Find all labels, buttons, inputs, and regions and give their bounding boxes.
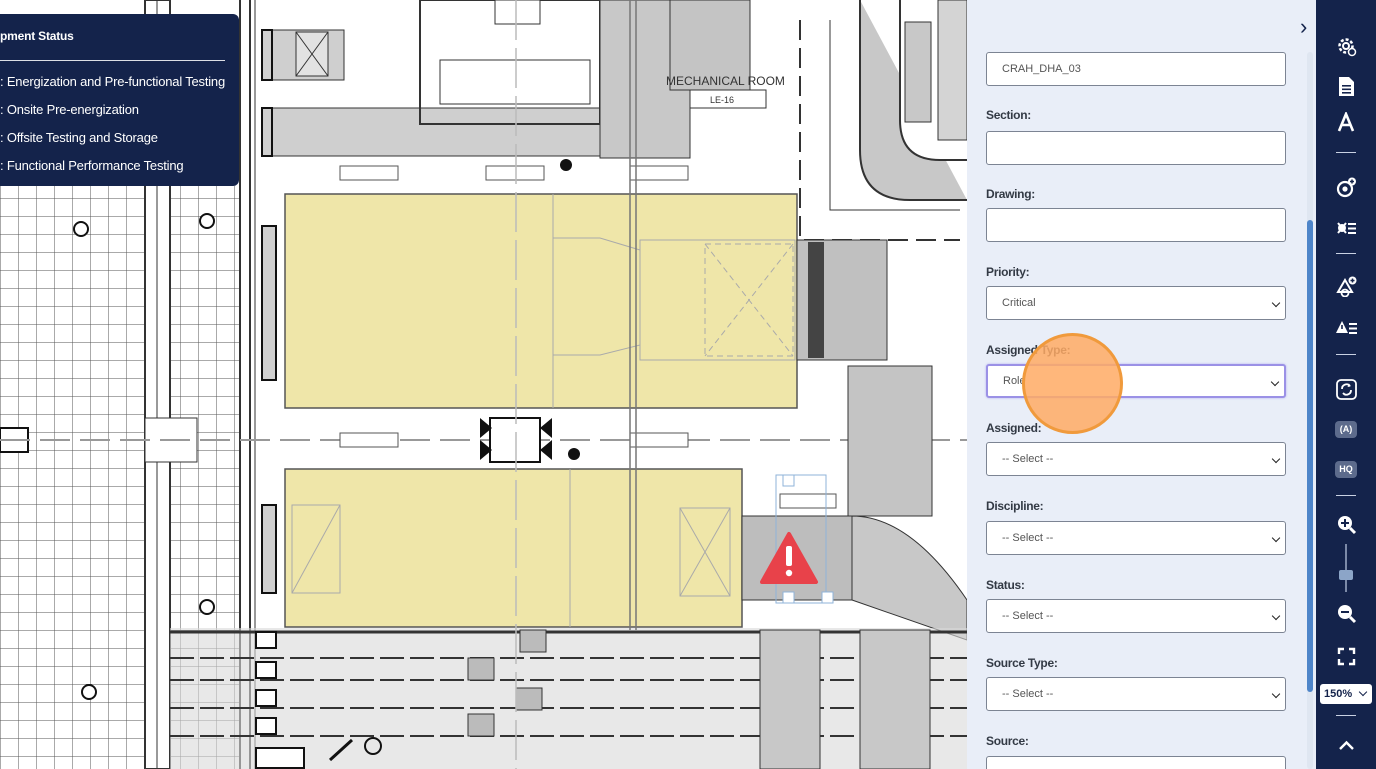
- toolbar-divider: [1336, 495, 1356, 496]
- source-label: Source:: [986, 734, 1029, 748]
- hq-badge-icon[interactable]: HQ: [1335, 461, 1357, 478]
- source-input[interactable]: [986, 756, 1286, 769]
- issue-list-icon[interactable]: [1336, 318, 1357, 339]
- zoom-slider[interactable]: [1345, 544, 1347, 592]
- equipment-list-icon[interactable]: [1336, 218, 1357, 239]
- section-input[interactable]: [986, 131, 1286, 165]
- equipment-status-legend: pment Status : Energization and Pre-func…: [0, 14, 239, 186]
- auto-badge-icon[interactable]: (A): [1335, 421, 1357, 438]
- floor-plan-canvas[interactable]: MECHANICAL ROOM LE-16 pment Status: Ene…: [0, 0, 967, 769]
- toolbar-divider: [1336, 152, 1356, 153]
- document-list-icon[interactable]: [1336, 76, 1357, 97]
- section-label: Section:: [986, 108, 1031, 122]
- name-input[interactable]: CRAH_DHA_03: [986, 52, 1286, 86]
- legend-item-energization: : Energization and Pre-functional Testin…: [0, 74, 225, 89]
- source-type-label: Source Type:: [986, 656, 1058, 670]
- status-select[interactable]: -- Select --: [986, 599, 1286, 633]
- source-type-select[interactable]: -- Select --: [986, 677, 1286, 711]
- priority-select[interactable]: Critical: [986, 286, 1286, 320]
- toolbar-divider: [1336, 354, 1356, 355]
- collapse-panel-chevron-icon[interactable]: ›: [1300, 16, 1314, 40]
- room-tag-label: LE-16: [710, 95, 734, 105]
- fullscreen-icon[interactable]: [1336, 646, 1357, 667]
- zoom-in-icon[interactable]: [1336, 514, 1357, 535]
- add-issue-icon[interactable]: [1336, 276, 1357, 297]
- zoom-slider-thumb[interactable]: [1339, 570, 1353, 580]
- zoom-level-select[interactable]: 150%: [1320, 684, 1372, 704]
- assigned-label: Assigned:: [986, 421, 1042, 435]
- zoom-out-icon[interactable]: [1336, 603, 1357, 624]
- text-icon[interactable]: [1336, 112, 1357, 133]
- assigned-select[interactable]: -- Select --: [986, 442, 1286, 476]
- toolbar-divider: [1336, 253, 1356, 254]
- priority-label: Priority:: [986, 265, 1030, 279]
- toolbar-divider: [1336, 715, 1356, 716]
- discipline-select[interactable]: -- Select --: [986, 521, 1286, 555]
- status-label: Status:: [986, 578, 1025, 592]
- issue-details-panel: › CRAH_DHA_03 Section: Drawing: Priority…: [967, 0, 1316, 769]
- legend-item-functional: : Functional Performance Testing: [0, 158, 184, 173]
- legend-title: pment Status: [0, 29, 74, 43]
- legend-item-offsite: : Offsite Testing and Storage: [0, 130, 158, 145]
- mechanical-room-label: MECHANICAL ROOM: [666, 74, 785, 88]
- discipline-label: Discipline:: [986, 499, 1044, 513]
- legend-item-onsite: : Onsite Pre-energization: [0, 102, 139, 117]
- drawing-label: Drawing:: [986, 187, 1035, 201]
- legend-divider: [0, 60, 225, 61]
- right-toolbar: (A) HQ 150%: [1316, 0, 1376, 769]
- click-cursor-indicator: [1022, 333, 1123, 434]
- drawing-input[interactable]: [986, 208, 1286, 242]
- scroll-up-icon[interactable]: [1336, 735, 1357, 756]
- sync-icon[interactable]: [1336, 379, 1357, 400]
- add-equipment-icon[interactable]: [1336, 177, 1357, 198]
- settings-gear-icon[interactable]: [1336, 36, 1357, 57]
- panel-scrollbar-thumb[interactable]: [1307, 220, 1313, 692]
